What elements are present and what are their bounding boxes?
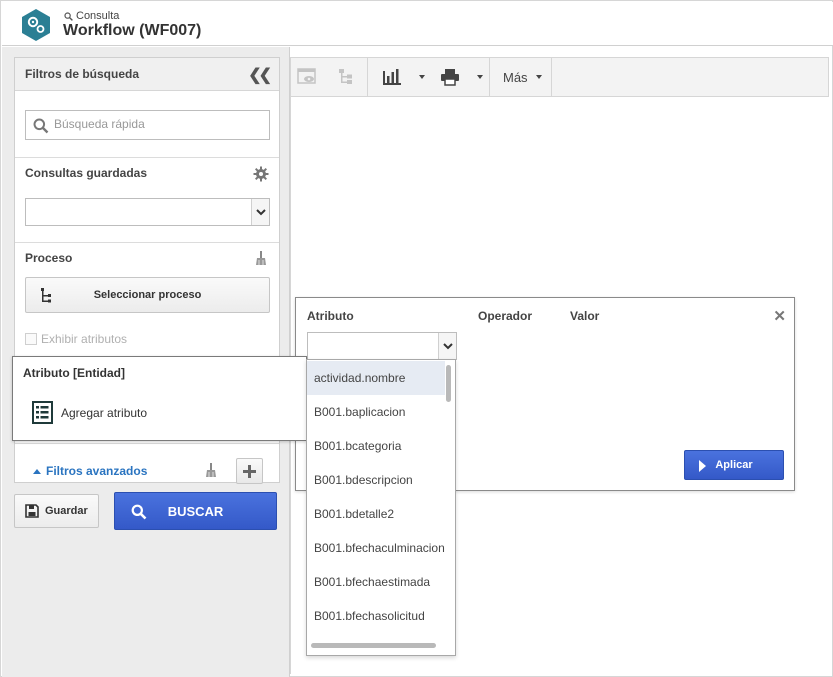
- more-menu[interactable]: Más: [503, 70, 528, 85]
- process-tree-icon: [41, 288, 51, 303]
- play-icon: [699, 460, 706, 472]
- plus-icon: [243, 464, 256, 478]
- quick-search-box[interactable]: [25, 110, 270, 140]
- attribute-select[interactable]: [307, 332, 457, 360]
- saved-queries-select[interactable]: [25, 198, 270, 226]
- search-button[interactable]: BUSCAR: [114, 492, 277, 530]
- divider: [15, 443, 279, 444]
- filters-title: Filtros de búsqueda: [25, 67, 140, 81]
- floppy-disk-icon: [25, 504, 39, 518]
- app-header: Consulta Workflow (WF007): [2, 2, 833, 46]
- operator-column-label: Operador: [478, 309, 533, 323]
- collapse-panel-icon[interactable]: ❮❮: [248, 65, 272, 85]
- attribute-dropdown-list: actividad.nombre B001.baplicacion B001.b…: [306, 359, 456, 656]
- attribute-entity-popup: Atributo [Entidad] Agregar atributo: [12, 356, 307, 441]
- save-button[interactable]: Guardar: [14, 494, 99, 528]
- add-filter-button[interactable]: [236, 458, 263, 484]
- divider: [15, 157, 279, 158]
- vertical-scrollbar[interactable]: [446, 365, 451, 402]
- add-attribute-item[interactable]: Agregar atributo: [32, 401, 147, 424]
- search-icon: [64, 11, 73, 21]
- broom-clear-icon[interactable]: [255, 251, 267, 266]
- select-process-button[interactable]: Seleccionar proceso: [25, 277, 270, 313]
- workflow-logo-icon: [22, 9, 50, 41]
- process-tree-icon[interactable]: [337, 68, 355, 86]
- caret-up-icon: [33, 468, 41, 474]
- breadcrumb: Consulta: [64, 10, 119, 22]
- process-label: Proceso: [25, 251, 73, 265]
- list-item[interactable]: B001.bdetalle2: [307, 497, 445, 531]
- search-icon: [33, 118, 49, 134]
- list-item[interactable]: B001.bcategoria: [307, 429, 445, 463]
- filters-header: Filtros de búsqueda ❮❮: [15, 58, 279, 91]
- quick-search-input[interactable]: [54, 117, 264, 131]
- chevron-down-icon[interactable]: [438, 333, 456, 359]
- apply-button[interactable]: Aplicar: [684, 450, 784, 480]
- print-icon[interactable]: [440, 68, 460, 86]
- add-attribute-label: Agregar atributo: [61, 405, 148, 420]
- advanced-filters-toggle[interactable]: Filtros avanzados: [33, 464, 147, 478]
- list-item[interactable]: B001.bfechaculminacion: [307, 531, 445, 565]
- search-label: BUSCAR: [167, 503, 224, 519]
- saved-queries-label: Consultas guardadas: [25, 166, 148, 180]
- view-record-icon[interactable]: [297, 68, 317, 86]
- bar-chart-icon[interactable]: [382, 68, 402, 86]
- show-attributes-label: Exhibir atributos: [41, 332, 128, 346]
- list-item[interactable]: actividad.nombre: [307, 361, 445, 395]
- value-column-label: Valor: [570, 309, 600, 323]
- show-attributes-row: Exhibir atributos: [25, 332, 127, 346]
- search-icon: [131, 504, 147, 520]
- chevron-down-icon[interactable]: [251, 199, 269, 225]
- list-item[interactable]: B001.bfechasolicitud: [307, 599, 445, 633]
- close-icon[interactable]: ✕: [773, 307, 786, 325]
- list-item[interactable]: B001.bfechaestimada: [307, 565, 445, 599]
- chevron-down-icon[interactable]: [419, 75, 425, 79]
- results-toolbar: Más: [290, 57, 829, 97]
- form-list-icon: [32, 401, 53, 424]
- toolbar-separator: [551, 58, 552, 96]
- attribute-column-label: Atributo: [307, 309, 354, 323]
- save-label: Guardar: [45, 505, 88, 517]
- chevron-down-icon[interactable]: [536, 75, 542, 79]
- page-title: Workflow (WF007): [63, 22, 202, 39]
- broom-clear-icon[interactable]: [205, 463, 217, 478]
- list-item[interactable]: B001.baplicacion: [307, 395, 445, 429]
- divider: [15, 242, 279, 243]
- breadcrumb-label[interactable]: Consulta: [76, 10, 119, 22]
- show-attributes-checkbox[interactable]: [25, 333, 37, 345]
- select-process-label: Seleccionar proceso: [93, 289, 202, 301]
- attribute-popup-title: Atributo [Entidad]: [23, 366, 125, 380]
- advanced-filters-label: Filtros avanzados: [46, 464, 148, 478]
- gear-icon[interactable]: [253, 166, 269, 182]
- horizontal-scrollbar[interactable]: [311, 643, 436, 648]
- chevron-down-icon[interactable]: [477, 75, 483, 79]
- app-window: Consulta Workflow (WF007) Filtros de bús…: [0, 0, 833, 677]
- toolbar-separator: [367, 58, 368, 96]
- list-item[interactable]: B001.bdescripcion: [307, 463, 445, 497]
- apply-label: Aplicar: [715, 459, 753, 471]
- toolbar-separator: [489, 58, 490, 96]
